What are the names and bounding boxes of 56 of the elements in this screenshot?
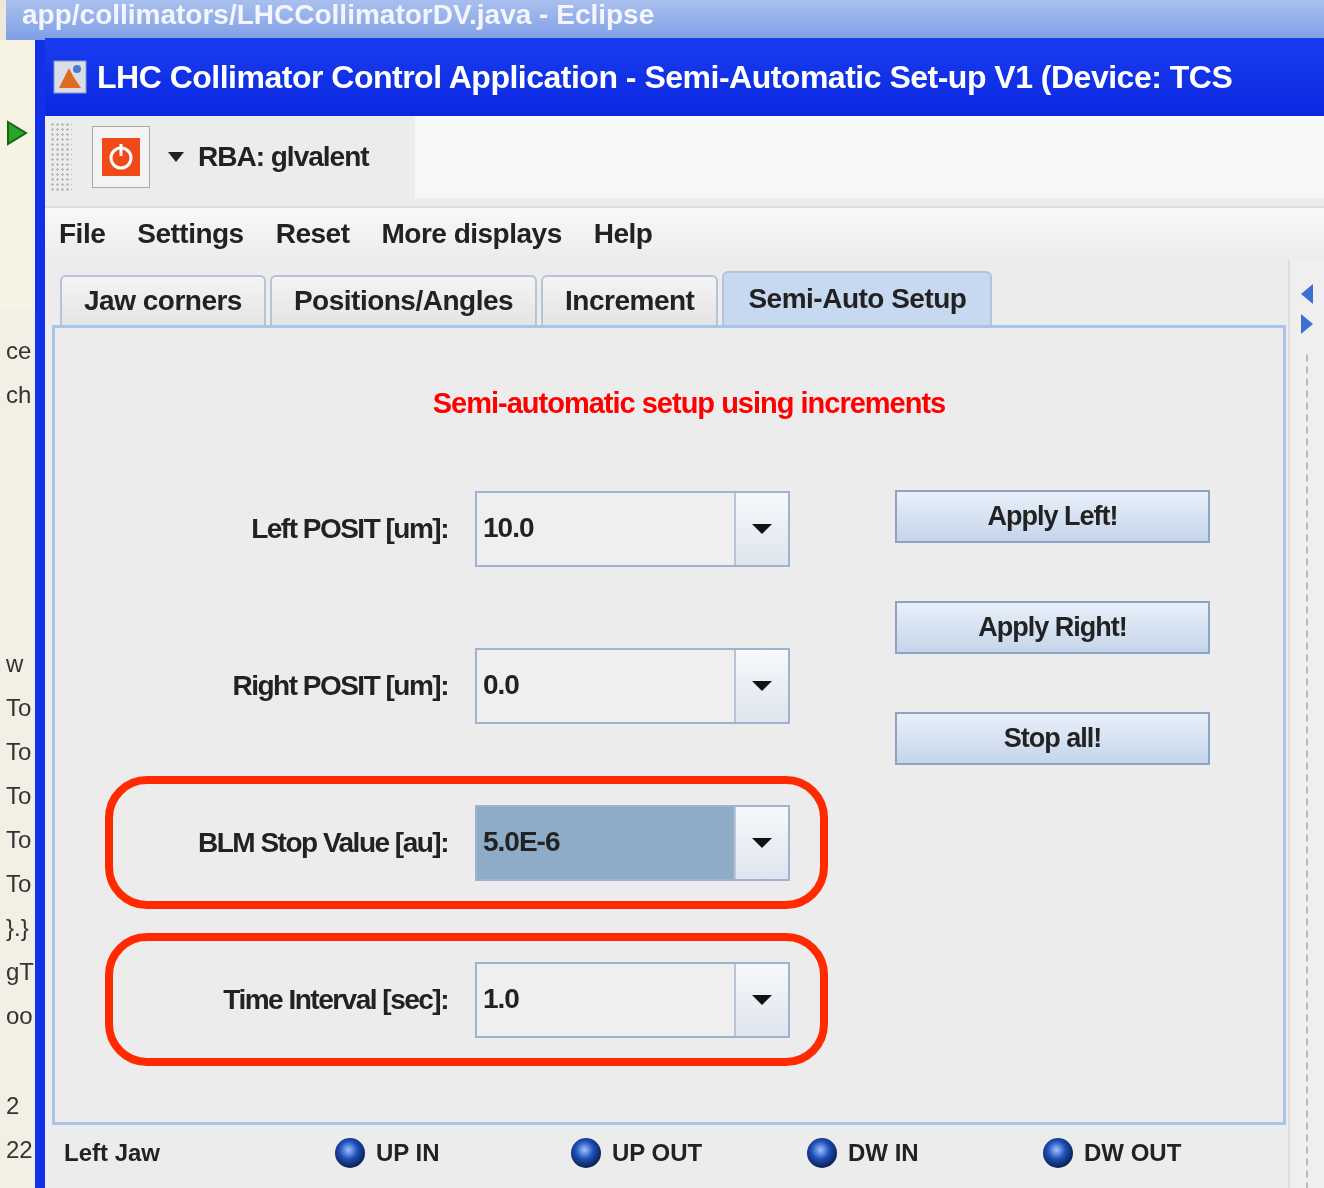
code-fragment: ce (6, 336, 33, 365)
action-button[interactable]: Apply Right! (895, 601, 1210, 654)
menu-item[interactable]: Help (593, 218, 653, 250)
field-label: Right POSIT [um]: (231, 669, 448, 702)
toolbar-grip[interactable] (50, 122, 72, 192)
jaw-label: Left Jaw (64, 1139, 162, 1167)
led-icon (806, 1137, 838, 1169)
led-icon (1042, 1137, 1074, 1169)
tab[interactable]: Jaw corners (60, 275, 266, 325)
tab[interactable]: Positions/Angles (269, 275, 538, 325)
caret-icon (752, 994, 772, 1005)
code-fragment: To (6, 781, 33, 810)
code-fragment: oo (6, 1001, 34, 1030)
combo-box[interactable]: 5.0E-6 (475, 804, 790, 881)
code-fragment: To (6, 869, 33, 898)
caret-icon[interactable] (168, 152, 184, 162)
code-fragment: To (6, 825, 33, 854)
caret-icon (752, 680, 772, 691)
field-label: BLM Stop Value [au]: (197, 826, 448, 859)
code-fragment: ch (6, 380, 33, 409)
jaw-button[interactable]: DW IN (806, 1137, 1042, 1169)
user-label: RBA: glvalent (198, 141, 369, 173)
app-icon (53, 60, 87, 94)
code-fragment: w (6, 649, 25, 678)
power-icon (102, 138, 140, 176)
window-title: LHC Collimator Control Application - Semi-Automatic Set-up V1 (Device: TCS (97, 58, 1233, 96)
background-window-title: app/collimators/LHCCollimatorDV.java - Eclipse (6, 0, 1324, 40)
combo-box[interactable]: 1.0 (475, 961, 790, 1038)
field-label: Left POSIT [um]: (250, 512, 448, 545)
menu-item[interactable]: Settings (137, 218, 244, 250)
action-button[interactable]: Stop all! (895, 712, 1210, 765)
code-fragment: 2 (6, 1091, 21, 1120)
menu-item[interactable]: More displays (381, 218, 562, 250)
menu-item[interactable]: File (59, 218, 106, 250)
jaw-button[interactable]: UP IN (334, 1137, 570, 1169)
panel-heading: Semi-automatic setup using increments (432, 386, 946, 421)
combo-box[interactable]: 0.0 (475, 647, 790, 724)
code-fragment: gT (6, 957, 35, 986)
tab[interactable]: Semi-Auto Setup (722, 271, 993, 325)
led-icon (334, 1137, 366, 1169)
combo-box[interactable]: 10.0 (475, 490, 790, 567)
code-fragment: }.} (6, 913, 30, 942)
jaw-button[interactable]: UP OUT (570, 1137, 806, 1169)
tab[interactable]: Increment (541, 275, 719, 325)
field-label: Time Interval [sec]: (222, 983, 448, 1016)
caret-icon (752, 523, 772, 534)
action-button[interactable]: Apply Left! (895, 490, 1210, 543)
jaw-button[interactable]: DW OUT (1042, 1137, 1278, 1169)
code-fragment: To (6, 737, 33, 766)
code-fragment: 22 (6, 1135, 34, 1164)
led-icon (570, 1137, 602, 1169)
power-button[interactable] (92, 126, 150, 188)
code-fragment: To (6, 693, 33, 722)
run-icon[interactable] (6, 120, 28, 146)
menu-item[interactable]: Reset (275, 218, 350, 250)
caret-icon (752, 837, 772, 848)
